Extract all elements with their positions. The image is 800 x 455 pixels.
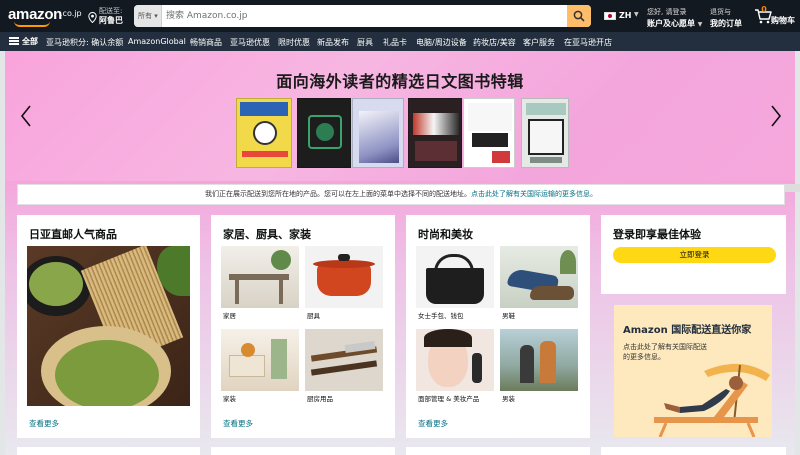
top-navbar: amazon .co.jp 配送至: 阿鲁巴 所有 ▾ ZH ▼ 您好, 请登录… <box>0 0 800 32</box>
book-cover-6[interactable] <box>521 98 569 168</box>
matcha-product-image[interactable] <box>27 246 190 406</box>
nav-item-timesale[interactable]: 限时优惠 <box>278 37 310 48</box>
card-row2-3 <box>406 447 590 455</box>
feedback-side-tab[interactable] <box>785 184 800 192</box>
search-bar: 所有 ▾ <box>134 5 591 27</box>
promo-title: Amazon 国际配送直送你家 <box>623 325 752 336</box>
nav-item-sell[interactable]: 在亚马逊开店 <box>564 37 612 48</box>
tile-caption: 男鞋 <box>502 312 515 320</box>
search-category-select[interactable]: 所有 ▾ <box>134 5 162 27</box>
logo-tld: .co.jp <box>60 9 82 18</box>
language-selector[interactable]: ZH ▼ <box>604 10 640 24</box>
see-more-link[interactable]: 查看更多 <box>418 418 448 429</box>
nav-item-computers[interactable]: 电脑/周边设备 <box>416 37 467 48</box>
cart-label: 购物车 <box>771 16 795 25</box>
nav-item-bestsellers[interactable]: 畅销商品 <box>190 37 222 48</box>
tile-home[interactable] <box>221 246 299 308</box>
nav-item-gift-cards[interactable]: 礼品卡 <box>383 37 407 48</box>
international-shipping-promo[interactable]: Amazon 国际配送直送你家 点击此处了解有关国际配送的更多信息。 <box>614 305 772 437</box>
chevron-down-icon: ▼ <box>697 21 703 28</box>
tile-caption: 男装 <box>502 395 515 403</box>
carousel-next-icon[interactable] <box>768 103 784 129</box>
all-menu-label: 全部 <box>22 37 38 46</box>
card-title: 家居、厨具、家装 <box>223 228 311 241</box>
tile-caption: 厨房用品 <box>307 395 333 403</box>
lounging-person-illustration <box>654 363 770 437</box>
cart-button[interactable]: 0 购物车 <box>754 5 798 28</box>
book-cover-2[interactable] <box>297 98 351 168</box>
nav-item-new-releases[interactable]: 新品发布 <box>317 37 349 48</box>
account-lists: 账户及心愿单 ▼ <box>647 18 705 29</box>
card-title: 时尚和美妆 <box>418 228 473 241</box>
card-direct-popular: 日亚直邮人气商品 查看更多 <box>17 215 200 438</box>
tile-caption: 家装 <box>223 395 236 403</box>
tile-caption: 厨具 <box>307 312 320 320</box>
cart-count: 0 <box>761 5 767 14</box>
search-button[interactable] <box>567 5 591 27</box>
chevron-down-icon: ▼ <box>634 11 639 18</box>
account-lists-label: 账户及心愿单 <box>647 19 695 28</box>
card-row2-2 <box>211 447 395 455</box>
hero-carousel[interactable]: 面向海外读者的精选日文图书特辑 <box>5 51 795 181</box>
see-more-link[interactable]: 查看更多 <box>223 418 253 429</box>
tile-face-care[interactable] <box>416 329 494 391</box>
all-menu-button[interactable]: 全部 <box>9 36 38 47</box>
tile-mens-shoes[interactable] <box>500 246 578 308</box>
carousel-prev-icon[interactable] <box>18 103 34 129</box>
card-fashion-beauty: 时尚和美妆 女士手包、钱包 男鞋 面部管理 & 美妆产品 男装 查看更多 <box>406 215 590 438</box>
returns-orders-link[interactable]: 退货与 我的订单 <box>710 7 748 28</box>
tile-caption: 家居 <box>223 312 236 320</box>
nav-item-deals[interactable]: 亚马逊优惠 <box>230 37 270 48</box>
orders-label: 我的订单 <box>710 19 742 28</box>
nav-item-points[interactable]: 亚马逊积分: 确认余额 <box>46 37 123 48</box>
international-notice-bar: 我们正在展示配送到您所在地的产品。您可以在左上面的菜单中选择不同的配送地址。点击… <box>17 184 785 205</box>
card-title: 登录即享最佳体验 <box>613 228 701 241</box>
card-title: 日亚直邮人气商品 <box>29 228 117 241</box>
hero-title: 面向海外读者的精选日文图书特辑 <box>276 72 524 91</box>
nav-item-kitchen[interactable]: 厨具 <box>357 37 373 48</box>
tile-kitchenware[interactable] <box>305 329 383 391</box>
hamburger-icon <box>9 37 19 45</box>
tile-mens-wear[interactable] <box>500 329 578 391</box>
card-home-kitchen: 家居、厨具、家装 家居 厨具 家装 厨房用品 查看更多 <box>211 215 395 438</box>
book-cover-3[interactable] <box>352 98 404 168</box>
search-icon <box>573 10 585 22</box>
tile-kitchen[interactable] <box>305 246 383 308</box>
see-more-link[interactable]: 查看更多 <box>29 418 59 429</box>
nav-item-drugstore[interactable]: 药妆店/美容 <box>473 37 516 48</box>
tile-caption: 女士手包、钱包 <box>418 312 464 320</box>
book-cover-5[interactable] <box>463 98 515 168</box>
card-row2-4 <box>601 447 786 455</box>
nav-item-amazonglobal[interactable]: AmazonGlobal <box>128 37 186 46</box>
secondary-navbar: 全部 亚马逊积分: 确认余额 AmazonGlobal 畅销商品 亚马逊优惠 限… <box>0 32 800 51</box>
search-category-label: 所有 <box>138 12 152 20</box>
tile-caption: 面部管理 & 美妆产品 <box>418 395 480 403</box>
book-cover-4[interactable] <box>408 98 462 168</box>
returns-label: 退货与 <box>710 8 731 16</box>
japan-flag-icon <box>604 12 616 20</box>
account-greeting: 您好, 请登录 <box>647 8 687 16</box>
deliver-location: 阿鲁巴 <box>99 16 123 25</box>
language-code: ZH <box>619 11 632 20</box>
amazon-logo[interactable]: amazon .co.jp <box>8 4 82 28</box>
card-row2-1 <box>17 447 200 455</box>
card-signin: 登录即享最佳体验 立即登录 <box>601 215 786 294</box>
logo-smile-icon <box>14 21 50 27</box>
tile-decor[interactable] <box>221 329 299 391</box>
notice-text: 我们正在展示配送到您所在地的产品。您可以在左上面的菜单中选择不同的配送地址。 <box>205 190 471 198</box>
deliver-to-location[interactable]: 配送至: 阿鲁巴 <box>88 5 134 27</box>
book-cover-1[interactable] <box>236 98 292 168</box>
search-input[interactable] <box>166 5 566 27</box>
nav-item-customer-service[interactable]: 客户服务 <box>523 37 555 48</box>
account-menu[interactable]: 您好, 请登录 账户及心愿单 ▼ <box>647 7 705 29</box>
tile-handbags[interactable] <box>416 246 494 308</box>
signin-button[interactable]: 立即登录 <box>613 247 776 263</box>
location-pin-icon <box>88 12 97 23</box>
notice-link[interactable]: 点击此处了解有关国际运输的更多信息。 <box>471 190 597 198</box>
